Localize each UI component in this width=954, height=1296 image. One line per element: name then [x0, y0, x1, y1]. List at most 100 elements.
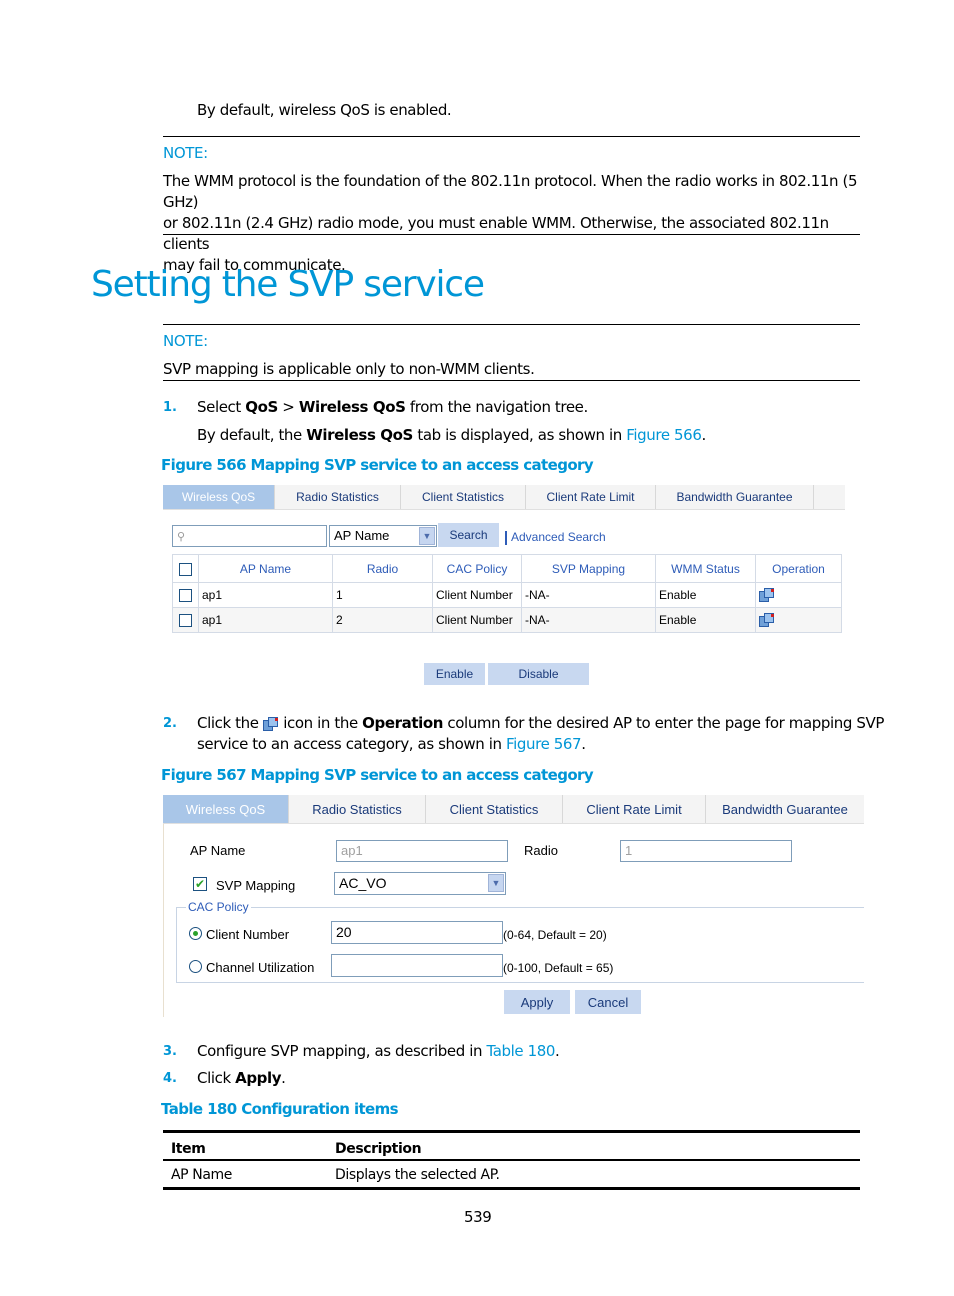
radio-on-icon	[189, 927, 202, 941]
radio-field[interactable]: 1	[620, 840, 792, 862]
column-header[interactable]: AP Name	[198, 554, 333, 583]
text: .	[555, 1042, 560, 1060]
note-text: The WMM protocol is the foundation of th…	[163, 171, 863, 276]
table-row: ap1 2 Client Number -NA- Enable	[172, 607, 842, 633]
svp-mapping-label: SVP Mapping	[216, 878, 296, 893]
channel-utilization-label: Channel Utilization	[206, 960, 315, 975]
cell-description: Displays the selected AP.	[327, 1160, 860, 1190]
note-text: SVP mapping is applicable only to non-WM…	[163, 360, 535, 378]
svp-mapping-select[interactable]: AC_VO ▼	[334, 872, 506, 895]
row-checkbox[interactable]	[179, 589, 192, 603]
client-number-radio[interactable]	[189, 926, 202, 941]
text: tab is displayed, as shown in	[412, 426, 627, 444]
tab-wireless-qos[interactable]: Wireless QoS	[163, 485, 275, 509]
radio-label: Radio	[524, 843, 558, 858]
edit-icon[interactable]	[759, 588, 775, 603]
column-header[interactable]: CAC Policy	[432, 554, 522, 583]
disable-button[interactable]: Disable	[488, 663, 589, 685]
text: .	[701, 426, 706, 444]
channel-utilization-field[interactable]	[331, 954, 503, 977]
channel-utilization-radio[interactable]	[189, 959, 202, 974]
text-bold: Wireless QoS	[298, 398, 406, 416]
tab-wireless-qos[interactable]: Wireless QoS	[163, 795, 289, 823]
text-bold: QoS	[245, 398, 278, 416]
column-header[interactable]: Radio	[332, 554, 433, 583]
column-header[interactable]: WMM Status	[655, 554, 756, 583]
cell-ap-name: ap1	[198, 582, 333, 608]
tab-radio-statistics[interactable]: Radio Statistics	[289, 795, 426, 823]
tab-bandwidth-guarantee[interactable]: Bandwidth Guarantee	[706, 795, 864, 823]
text: Configure SVP mapping, as described in	[197, 1042, 487, 1060]
tab-bar: Wireless QoS Radio Statistics Client Sta…	[163, 485, 845, 510]
select-value: AC_VO	[339, 875, 387, 891]
text: Click the	[197, 714, 263, 732]
cell-cac-policy: Client Number	[432, 607, 522, 633]
tab-radio-statistics[interactable]: Radio Statistics	[275, 485, 401, 509]
client-number-field[interactable]: 20	[331, 921, 503, 944]
note-line: The WMM protocol is the foundation of th…	[163, 172, 858, 211]
step-text-continued: service to an access category, as shown …	[197, 734, 586, 755]
cell-ap-name: ap1	[198, 607, 333, 633]
text: Select	[197, 398, 246, 416]
text: service to an access category, as shown …	[197, 735, 506, 753]
cell-wmm-status: Enable	[655, 582, 756, 608]
figure-caption: Figure 566 Mapping SVP service to an acc…	[161, 456, 594, 474]
ap-name-label: AP Name	[190, 843, 246, 858]
note-divider-top	[163, 324, 860, 325]
figure-567-link[interactable]: Figure 567	[506, 735, 582, 753]
ap-name-field[interactable]: ap1	[336, 840, 508, 862]
text: from the navigation tree.	[405, 398, 588, 416]
tab-client-rate-limit[interactable]: Client Rate Limit	[563, 795, 706, 823]
client-number-hint: (0-64, Default = 20)	[503, 928, 607, 942]
advanced-search-link[interactable]: Advanced Search	[511, 530, 606, 544]
channel-utilization-hint: (0-100, Default = 65)	[503, 961, 614, 975]
table-row: ap1 1 Client Number -NA- Enable	[172, 582, 842, 608]
note-divider-bottom	[163, 234, 860, 235]
table-header: AP Name Radio CAC Policy SVP Mapping WMM…	[172, 554, 842, 583]
figure-566-link[interactable]: Figure 566	[626, 426, 702, 444]
table-180-link[interactable]: Table 180	[486, 1042, 555, 1060]
cell-svp-mapping: -NA-	[521, 582, 656, 608]
cancel-button[interactable]: Cancel	[575, 990, 641, 1014]
page-number: 539	[464, 1208, 492, 1226]
tab-client-statistics[interactable]: Client Statistics	[401, 485, 526, 509]
separator	[505, 531, 507, 545]
apply-button[interactable]: Apply	[504, 990, 570, 1014]
row-checkbox[interactable]	[179, 614, 192, 628]
text: Click	[197, 1069, 236, 1087]
ap-table: AP Name Radio CAC Policy SVP Mapping WMM…	[172, 554, 842, 633]
svp-mapping-checkbox[interactable]: ✔	[193, 877, 207, 891]
text-bold: Operation	[362, 714, 444, 732]
tab-bandwidth-guarantee[interactable]: Bandwidth Guarantee	[656, 485, 814, 509]
table-header: Item Description	[163, 1130, 860, 1161]
tab-client-statistics[interactable]: Client Statistics	[426, 795, 563, 823]
step-text: Click Apply.	[197, 1068, 286, 1089]
step-number: 2.	[163, 716, 177, 731]
cac-policy-legend: CAC Policy	[186, 900, 251, 914]
cell-cac-policy: Client Number	[432, 582, 522, 608]
note-divider-top	[163, 136, 860, 137]
tab-client-rate-limit[interactable]: Client Rate Limit	[526, 485, 656, 509]
cell-item: AP Name	[163, 1160, 327, 1190]
text-bold: Wireless QoS	[306, 426, 413, 444]
step-text: Select QoS > Wireless QoS from the navig…	[197, 397, 588, 418]
row-select-cell	[172, 582, 199, 608]
column-header[interactable]: SVP Mapping	[521, 554, 656, 583]
edit-icon[interactable]	[759, 613, 775, 628]
text-bold: Apply	[235, 1069, 282, 1087]
configuration-table: Item Description AP Name Displays the se…	[163, 1130, 860, 1190]
enable-button[interactable]: Enable	[424, 663, 485, 685]
chevron-down-icon: ▼	[488, 874, 504, 892]
search-field-select[interactable]: AP Name ▼	[329, 525, 437, 547]
select-all-checkbox[interactable]	[179, 562, 192, 576]
step-text: Click the icon in the Operation column f…	[197, 713, 884, 734]
text: icon in the	[278, 714, 363, 732]
search-input[interactable]: ⚲	[172, 525, 327, 547]
search-button[interactable]: Search	[438, 523, 499, 547]
column-header: Operation	[755, 554, 842, 583]
text: By default, the	[197, 426, 307, 444]
cell-wmm-status: Enable	[655, 607, 756, 633]
figure-caption: Figure 567 Mapping SVP service to an acc…	[161, 766, 594, 784]
text: column for the desired AP to enter the p…	[443, 714, 885, 732]
table-caption: Table 180 Configuration items	[161, 1100, 399, 1118]
